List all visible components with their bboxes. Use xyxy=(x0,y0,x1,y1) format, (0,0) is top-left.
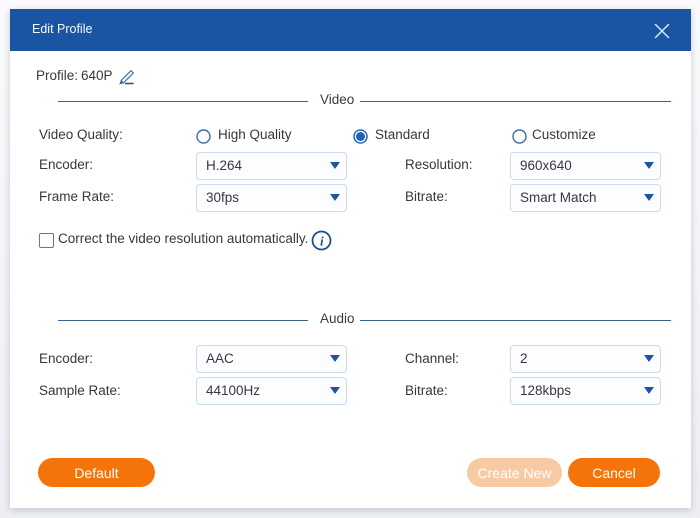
svg-text:i: i xyxy=(320,233,324,248)
